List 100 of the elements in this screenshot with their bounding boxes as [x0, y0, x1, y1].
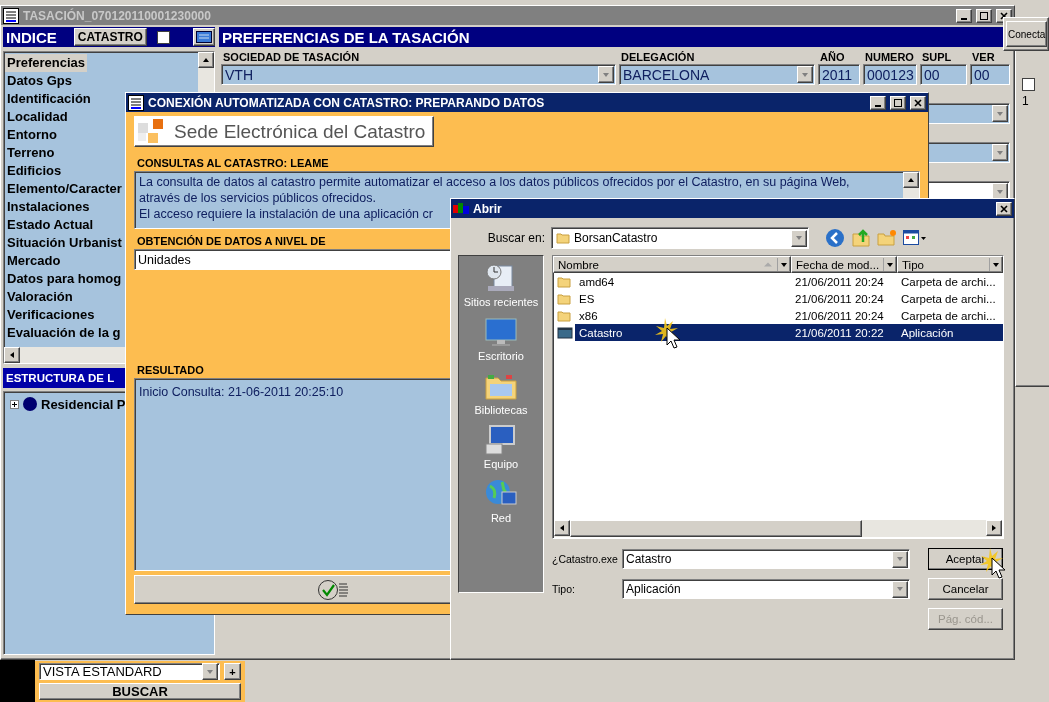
- index-item[interactable]: Mercado: [5, 252, 63, 270]
- index-item[interactable]: Datos Gps: [5, 72, 74, 90]
- connect-button[interactable]: Conecta: [1006, 21, 1047, 47]
- folder-icon: [557, 309, 571, 322]
- cancel-button[interactable]: Cancelar: [928, 578, 1003, 600]
- field-label: VER: [971, 50, 996, 64]
- checkbox[interactable]: [156, 30, 170, 44]
- arrow-down-icon: [207, 669, 213, 674]
- index-item[interactable]: Datos para homog: [5, 270, 124, 288]
- expand-icon[interactable]: [10, 399, 19, 409]
- field-label: Tipo:: [552, 583, 576, 595]
- scroll-up-button[interactable]: [198, 52, 214, 68]
- column-header[interactable]: Fecha de mod...: [791, 256, 897, 273]
- file-row[interactable]: x86 21/06/2011 20:24 Carpeta de archi...: [575, 307, 1003, 324]
- view-menu-icon[interactable]: [903, 230, 927, 246]
- dialog-title: CONEXIÓN AUTOMATIZADA CON CATASTRO: PREPARANDO DATOS: [148, 95, 545, 110]
- keyboard-button[interactable]: [193, 28, 215, 46]
- column-header[interactable]: Tipo: [897, 256, 1003, 273]
- application-icon: [557, 326, 573, 339]
- index-item[interactable]: Estado Actual: [5, 216, 96, 234]
- text-field[interactable]: 00: [970, 64, 1010, 85]
- file-type-select[interactable]: Aplicación: [622, 579, 910, 599]
- column-header[interactable]: Nombre: [553, 256, 791, 273]
- field-label: Buscar en:: [486, 231, 546, 245]
- monitor-icon: [484, 316, 518, 348]
- folder-icon: [557, 275, 571, 288]
- file-row[interactable]: amd64 21/06/2011 20:24 Carpeta de archi...: [575, 273, 1003, 290]
- index-item[interactable]: Localidad: [5, 108, 70, 126]
- logo-text: Sede Electrónica del Catastro: [174, 120, 426, 143]
- file-row[interactable]: ES 21/06/2011 20:24 Carpeta de archi...: [575, 290, 1003, 307]
- table-cell-text: 1: [1021, 94, 1030, 108]
- readme-line: El acceso requiere la instalación de una aplicación cr: [139, 206, 433, 222]
- maximize-icon: [894, 98, 902, 107]
- folder-icon: [557, 292, 571, 305]
- keyboard-icon: [196, 31, 212, 43]
- index-item[interactable]: Situación Urbanist: [5, 234, 124, 252]
- view-select[interactable]: VISTA ESTANDARD: [39, 663, 220, 680]
- index-item[interactable]: Elemento/Caracter: [5, 180, 124, 198]
- arrow-up-icon: [908, 178, 914, 182]
- arrow-down-icon: [887, 262, 894, 267]
- place-item[interactable]: Red: [461, 478, 541, 524]
- index-item[interactable]: Evaluación de la g: [5, 324, 123, 342]
- arrow-left-icon: [560, 525, 564, 531]
- search-button[interactable]: BUSCAR: [39, 683, 241, 700]
- index-item[interactable]: Verificaciones: [5, 306, 97, 324]
- text-field[interactable]: 00: [920, 64, 967, 85]
- scroll-left-button[interactable]: [554, 520, 570, 536]
- index-item[interactable]: Instalaciones: [5, 198, 92, 216]
- place-item[interactable]: Bibliotecas: [461, 370, 541, 416]
- section-label: OBTENCIÓN DE DATOS A NIVEL DE: [136, 235, 327, 249]
- catastro-button[interactable]: CATASTRO: [73, 28, 147, 46]
- scroll-thumb[interactable]: [570, 520, 862, 537]
- back-icon[interactable]: [825, 228, 845, 248]
- minimize-button[interactable]: [870, 95, 886, 110]
- scroll-left-button[interactable]: [4, 347, 20, 363]
- select-field[interactable]: BARCELONA: [619, 64, 815, 85]
- arrow-down-icon: [897, 557, 903, 561]
- close-button[interactable]: [910, 95, 926, 110]
- scroll-right-button[interactable]: [986, 520, 1002, 536]
- logo-icon: [138, 118, 164, 145]
- place-item[interactable]: Escritorio: [461, 316, 541, 362]
- close-icon: [1000, 204, 1008, 213]
- index-item[interactable]: Valoración: [5, 288, 75, 306]
- file-row[interactable]: Catastro 21/06/2011 20:22 Aplicación: [575, 324, 1003, 341]
- section-label: RESULTADO: [136, 364, 205, 378]
- readme-line: La consulta de datos al catastro permite automatizar el acceso a los datos públicos ofrecidos por el Catastro, en su página Web,: [139, 174, 850, 190]
- node-dot-icon: [22, 396, 38, 412]
- arrow-down-icon: [802, 72, 808, 77]
- index-item[interactable]: Edificios: [5, 162, 64, 180]
- field-label: ¿Catastro.exe: [552, 553, 619, 565]
- arrow-up-icon: [203, 58, 209, 62]
- close-icon: [1000, 11, 1008, 20]
- dialog-title: Abrir: [473, 201, 502, 216]
- text-field[interactable]: 000123: [863, 64, 917, 85]
- place-item[interactable]: Equipo: [461, 424, 541, 470]
- look-in-select[interactable]: BorsanCatastro: [551, 227, 809, 249]
- filename-field[interactable]: Catastro: [622, 549, 910, 569]
- panel-title: ESTRUCTURA DE L: [5, 372, 115, 384]
- arrow-left-icon: [10, 352, 14, 358]
- field-label: DELEGACIÓN: [620, 50, 696, 64]
- index-item[interactable]: Preferencias: [5, 54, 88, 72]
- form-icon: [128, 94, 144, 111]
- select-field[interactable]: VTH: [221, 64, 616, 85]
- add-button[interactable]: +: [224, 663, 241, 680]
- scroll-up-button[interactable]: [903, 172, 919, 188]
- index-item[interactable]: Terreno: [5, 144, 57, 162]
- maximize-button[interactable]: [976, 8, 992, 23]
- arrow-down-icon: [997, 150, 1003, 155]
- readme-line: através de los servicios públicos ofrecidos.: [139, 190, 376, 206]
- close-button[interactable]: [996, 201, 1012, 216]
- maximize-button[interactable]: [890, 95, 906, 110]
- place-item[interactable]: Sitios recientes: [461, 262, 541, 308]
- field-label: NUMERO: [864, 50, 915, 64]
- tree-item[interactable]: Residencial P: [41, 396, 126, 412]
- index-item[interactable]: Identificación: [5, 90, 93, 108]
- text-field[interactable]: 2011: [818, 64, 860, 85]
- minimize-button[interactable]: [956, 8, 972, 23]
- index-item[interactable]: Entorno: [5, 126, 59, 144]
- checkbox[interactable]: [1022, 78, 1035, 91]
- panel-title: INDICE: [5, 28, 57, 46]
